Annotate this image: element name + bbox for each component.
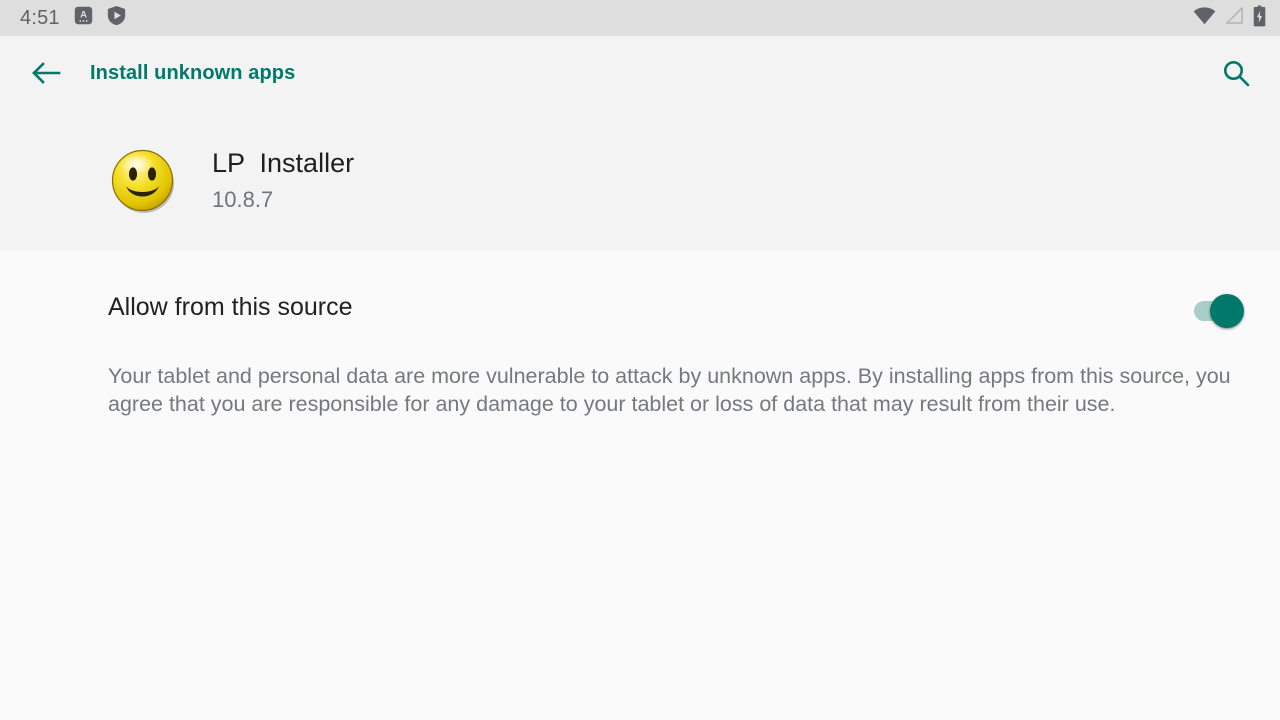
smiley-face-app-icon: [110, 148, 176, 214]
status-bar-left: 4:51 A: [20, 5, 126, 31]
app-bar: Install unknown apps: [0, 36, 1280, 110]
battery-charging-icon: [1253, 5, 1266, 32]
status-bar: 4:51 A: [0, 0, 1280, 36]
allow-from-this-source-row[interactable]: Allow from this source: [0, 272, 1280, 342]
app-info-header: LP Installer 10.8.7: [0, 110, 1280, 250]
page-title: Install unknown apps: [90, 61, 296, 84]
translate-icon: A: [74, 6, 93, 30]
allow-from-this-source-toggle[interactable]: [1194, 289, 1244, 328]
app-name: LP Installer: [212, 148, 355, 179]
source-warning-description: Your tablet and personal data are more v…: [108, 364, 1231, 416]
back-button[interactable]: [22, 49, 70, 97]
back-arrow-icon: [32, 62, 61, 84]
play-protect-shield-icon: [107, 5, 126, 31]
svg-text:A: A: [80, 9, 87, 20]
settings-content: Allow from this source Your tablet and p…: [0, 250, 1280, 720]
search-button[interactable]: [1212, 49, 1260, 97]
search-icon: [1224, 61, 1250, 87]
toggle-thumb: [1210, 294, 1244, 328]
app-text-block: LP Installer 10.8.7: [212, 148, 354, 211]
mobile-signal-icon: [1225, 6, 1244, 30]
wifi-icon: [1193, 6, 1216, 30]
app-version: 10.8.7: [212, 186, 274, 212]
status-clock: 4:51: [20, 7, 60, 29]
allow-from-this-source-label: Allow from this source: [108, 293, 353, 321]
status-bar-right: [1193, 5, 1266, 32]
